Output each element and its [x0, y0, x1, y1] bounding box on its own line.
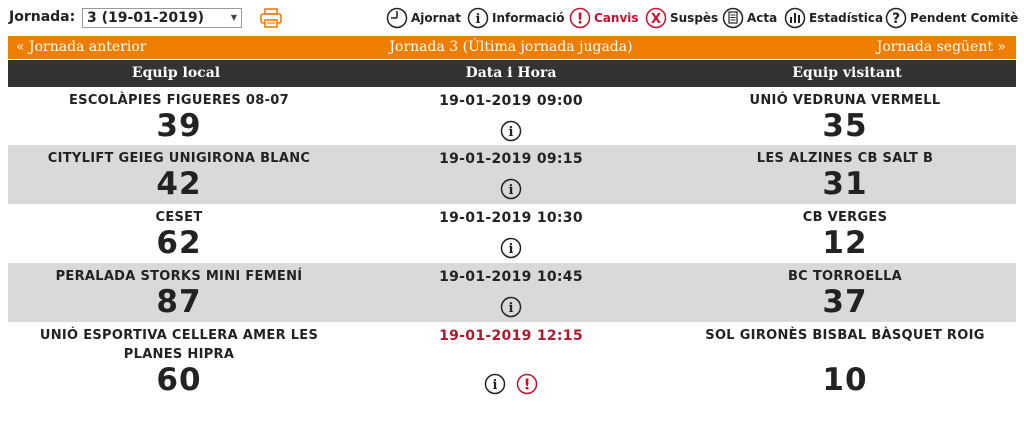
svg-text:i: i: [509, 242, 514, 257]
svg-text:i: i: [509, 301, 514, 316]
local-team-name[interactable]: CITYLIFT GEIEG UNIGIRONA BLANC: [48, 151, 311, 166]
local-score: 42: [156, 166, 202, 202]
visitor-team-name[interactable]: LES ALZINES CB SALT B: [757, 151, 933, 166]
local-team-name-line1[interactable]: UNIÓ ESPORTIVA CELLERA AMER LES: [40, 328, 318, 343]
question-icon: ?: [885, 7, 907, 29]
local-score: 62: [156, 225, 202, 261]
printer-icon[interactable]: [260, 8, 282, 28]
legend-label-ajornat: Ajornat: [411, 11, 461, 25]
match-datetime: 19-01-2019 10:30: [439, 210, 583, 226]
header-equip-visitant: Equip visitant: [792, 65, 902, 81]
visitor-score: 37: [822, 284, 868, 320]
table-row: UNIÓ ESPORTIVA CELLERA AMER LES PLANES H…: [8, 322, 1016, 402]
header-data-hora: Data i Hora: [465, 65, 557, 81]
svg-text:i: i: [509, 183, 514, 198]
clock-icon: [386, 7, 408, 29]
legend-label-suspes: Suspès: [670, 11, 719, 25]
jornada-select-value: 3 (19-01-2019): [87, 10, 204, 26]
table-row: ESCOLÀPIES FIGUERES 08-07 39 19-01-2019 …: [8, 88, 1016, 145]
info-icon[interactable]: i: [500, 296, 522, 318]
info-icon[interactable]: i: [500, 237, 522, 259]
local-score: 39: [156, 108, 202, 144]
svg-text:?: ?: [892, 11, 900, 27]
document-icon: [722, 7, 744, 29]
jornada-nav-bar: « Jornada anterior Jornada 3 (Última jor…: [8, 36, 1016, 59]
header-equip-local: Equip local: [131, 65, 221, 81]
visitor-score: 10: [822, 362, 868, 398]
table-header: Equip local Data i Hora Equip visitant: [8, 60, 1016, 87]
legend-informacio: i Informació: [467, 7, 564, 29]
legend-estadistica: Estadística: [784, 7, 883, 29]
info-icon[interactable]: i: [500, 178, 522, 200]
info-icon: i: [467, 7, 489, 29]
local-team-name[interactable]: PERALADA STORKS MINI FEMENÍ: [56, 269, 303, 284]
visitor-score: 12: [822, 225, 868, 261]
legend-label-acta: Acta: [747, 11, 778, 25]
local-score: 87: [156, 284, 202, 320]
legend-suspes: X Suspès: [645, 7, 718, 29]
match-datetime: 19-01-2019 12:15: [439, 328, 583, 344]
match-datetime: 19-01-2019 10:45: [439, 269, 583, 285]
match-datetime: 19-01-2019 09:00: [439, 93, 583, 109]
visitor-score: 31: [822, 166, 868, 202]
info-icon[interactable]: i: [500, 120, 522, 142]
visitor-score: 35: [822, 108, 868, 144]
svg-text:i: i: [493, 378, 498, 393]
local-team-name[interactable]: ESCOLÀPIES FIGUERES 08-07: [69, 93, 289, 108]
svg-text:!: !: [524, 376, 531, 394]
svg-text:X: X: [651, 12, 661, 27]
top-bar: Jornada: 3 (19-01-2019) ▼ Ajornat i Info…: [0, 0, 1024, 36]
visitor-team-name[interactable]: BC TORROELLA: [788, 269, 902, 284]
legend-canvis: ! Canvis: [569, 7, 639, 29]
table-row: CESET 62 19-01-2019 10:30 i CB VERGES 12: [8, 204, 1016, 263]
exclamation-icon[interactable]: !: [516, 373, 538, 395]
chevron-down-icon: ▼: [230, 13, 237, 22]
legend-acta: Acta: [722, 7, 777, 29]
legend-ajornat: Ajornat: [386, 7, 461, 29]
svg-text:i: i: [509, 125, 514, 140]
jornada-label: Jornada:: [9, 9, 76, 25]
x-circle-icon: X: [645, 7, 667, 29]
prev-jornada-link[interactable]: « Jornada anterior: [16, 39, 146, 55]
current-jornada-title: Jornada 3 (Última jornada jugada): [389, 39, 633, 55]
table-row: CITYLIFT GEIEG UNIGIRONA BLANC 42 19-01-…: [8, 145, 1016, 204]
stats-icon: [784, 7, 806, 29]
table-row: PERALADA STORKS MINI FEMENÍ 87 19-01-201…: [8, 263, 1016, 322]
visitor-team-name[interactable]: SOL GIRONÈS BISBAL BÀSQUET ROIG: [705, 328, 984, 343]
svg-text:!: !: [577, 10, 584, 28]
legend-label-estadistica: Estadística: [809, 11, 884, 25]
local-score: 60: [156, 362, 202, 398]
svg-text:i: i: [476, 12, 481, 27]
local-team-name-line2[interactable]: PLANES HIPRA: [124, 347, 234, 362]
info-icon[interactable]: i: [484, 373, 506, 395]
next-jornada-link[interactable]: Jornada següent »: [877, 39, 1006, 55]
legend-label-pendent-comite: Pendent Comitè: [910, 11, 1019, 25]
legend-pendent-comite: ? Pendent Comitè: [885, 7, 1018, 29]
visitor-team-name[interactable]: UNIÓ VEDRUNA VERMELL: [750, 93, 941, 108]
jornada-select[interactable]: 3 (19-01-2019) ▼: [82, 8, 242, 28]
visitor-team-name[interactable]: CB VERGES: [803, 210, 888, 225]
legend-label-informacio: Informació: [492, 11, 565, 25]
match-datetime: 19-01-2019 09:15: [439, 151, 583, 167]
legend-label-canvis: Canvis: [594, 11, 639, 25]
local-team-name[interactable]: CESET: [155, 210, 202, 225]
exclamation-icon: !: [569, 7, 591, 29]
